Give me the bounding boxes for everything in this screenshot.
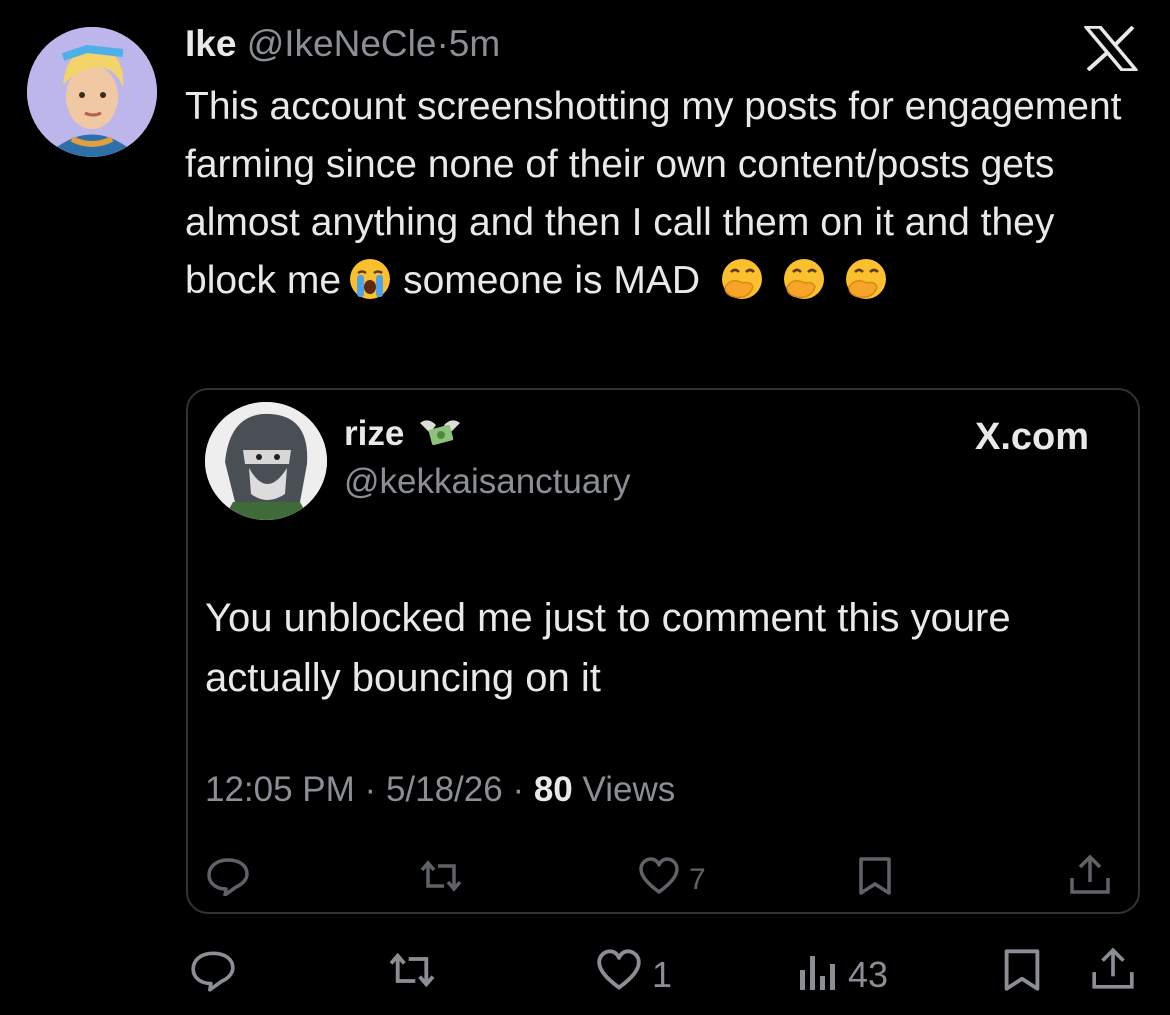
quoted-like-button[interactable]: 7 xyxy=(637,856,706,904)
heart-icon xyxy=(594,948,644,1001)
quoted-views-label: Views xyxy=(582,770,676,809)
quoted-views-count: 80 xyxy=(533,770,573,809)
repost-icon xyxy=(418,856,464,904)
heart-icon xyxy=(637,856,681,904)
face-with-hand-over-mouth-icon xyxy=(779,257,829,301)
bookmark-icon xyxy=(1000,948,1044,1001)
quoted-author-avatar[interactable] xyxy=(205,402,327,520)
post-text: This account screenshotting my posts for… xyxy=(185,78,1135,310)
bookmark-icon xyxy=(855,856,895,904)
author-avatar[interactable] xyxy=(27,27,157,157)
quoted-post-time: 12:05 PM xyxy=(205,770,355,809)
post-time[interactable]: 5m xyxy=(449,23,500,64)
views-button[interactable]: 43 xyxy=(796,948,888,1001)
like-count: 1 xyxy=(652,953,673,995)
like-button[interactable]: 1 xyxy=(594,948,672,1001)
reply-button[interactable] xyxy=(189,948,237,1001)
share-icon xyxy=(1090,946,1136,1001)
author-name[interactable]: Ike xyxy=(185,23,236,64)
repost-icon xyxy=(386,948,438,1001)
loudly-crying-face-icon xyxy=(347,257,397,301)
author-handle[interactable]: @IkeNeCle xyxy=(247,23,437,64)
post-header: Ike @IkeNeCle·5m xyxy=(185,22,500,66)
quoted-post-meta: 12:05 PM · 5/18/26 · 80 Views xyxy=(205,770,675,810)
time-separator: · xyxy=(436,23,449,64)
reply-icon xyxy=(189,948,237,1001)
quoted-source-label[interactable]: X.com xyxy=(975,416,1089,459)
repost-button[interactable] xyxy=(386,948,438,1001)
quoted-like-count: 7 xyxy=(689,863,706,896)
quoted-author-handle[interactable]: @kekkaisanctuary xyxy=(344,462,630,502)
views-count: 43 xyxy=(848,953,889,995)
share-button[interactable] xyxy=(1090,946,1136,1001)
post-text-part2: someone is MAD xyxy=(403,259,700,302)
quoted-author-name[interactable]: rize xyxy=(344,414,404,453)
quoted-reply-button[interactable] xyxy=(205,856,251,904)
money-with-wings-icon xyxy=(418,415,462,460)
face-with-hand-over-mouth-icon xyxy=(841,257,891,301)
share-icon xyxy=(1068,854,1112,904)
meta-separator: · xyxy=(364,770,377,809)
quoted-bookmark-button[interactable] xyxy=(855,856,895,904)
analytics-bars-icon xyxy=(796,948,840,1001)
quoted-post-date: 5/18/26 xyxy=(385,770,503,809)
reply-icon xyxy=(205,856,251,904)
quoted-author-name-row: rize xyxy=(344,414,462,460)
quoted-repost-button[interactable] xyxy=(418,856,464,904)
x-logo-icon[interactable] xyxy=(1084,25,1138,72)
quoted-share-button[interactable] xyxy=(1068,854,1112,904)
quoted-post-text: You unblocked me just to comment this yo… xyxy=(205,596,1011,700)
face-with-hand-over-mouth-icon xyxy=(717,257,767,301)
meta-separator: · xyxy=(512,770,525,809)
bookmark-button[interactable] xyxy=(1000,948,1044,1001)
